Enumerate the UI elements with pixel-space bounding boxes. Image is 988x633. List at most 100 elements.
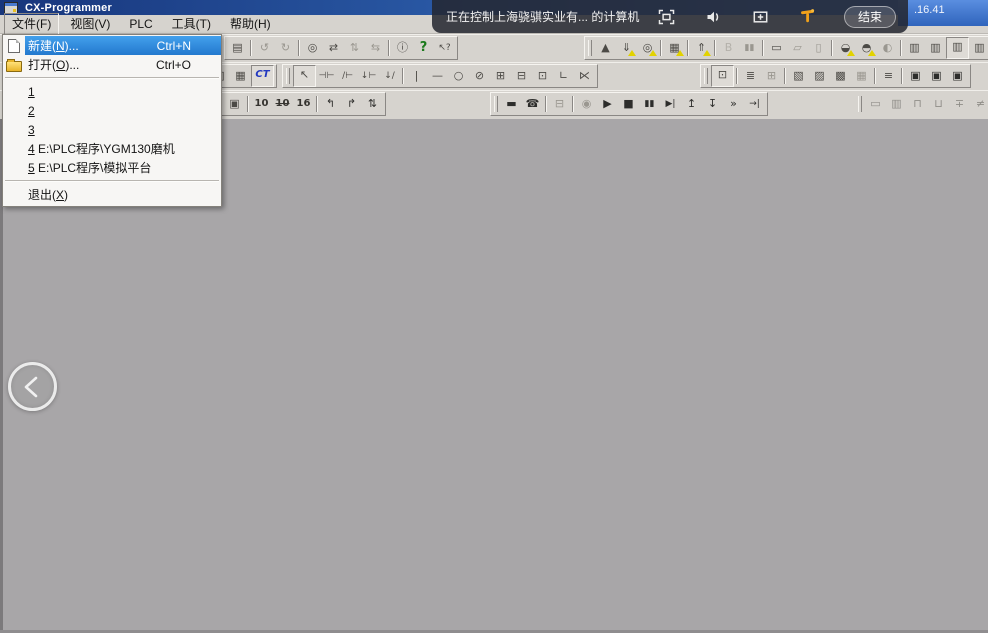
- menubar-item[interactable]: 文件(F): [4, 13, 59, 35]
- page-move-icon[interactable]: ▦: [851, 66, 872, 86]
- select-tool-icon[interactable]: ↖: [293, 65, 316, 87]
- mnemonic-view-icon[interactable]: ▦: [230, 66, 251, 86]
- monitor-window-icon[interactable]: ▣: [905, 66, 926, 86]
- instruction-tool-icon[interactable]: ⊞: [490, 66, 511, 86]
- time-chart-monitor-icon[interactable]: ☎: [522, 94, 543, 114]
- menubar-item[interactable]: PLC: [121, 15, 160, 34]
- program-compile-icon[interactable]: ▱: [787, 38, 808, 58]
- menu-item-recent-3[interactable]: 3: [3, 120, 221, 139]
- coil-tool-icon[interactable]: ○: [448, 66, 469, 86]
- cross-reference-icon[interactable]: ⊞: [761, 66, 782, 86]
- force-cancel-icon[interactable]: ⇅: [362, 94, 383, 114]
- contact-nc-icon[interactable]: ∕⊢: [337, 66, 358, 86]
- online-edit-transfer-icon[interactable]: ⇑: [691, 38, 712, 58]
- paste-icon[interactable]: ▤: [227, 38, 248, 58]
- instruction-detail-icon[interactable]: ⊟: [511, 66, 532, 86]
- contact-or-no-icon[interactable]: ↓⊢: [358, 66, 379, 86]
- coil-closed-tool-icon[interactable]: ⊘: [469, 66, 490, 86]
- network-node-2-icon[interactable]: ⊔: [928, 94, 949, 114]
- menu-item-exit[interactable]: 退出(X): [3, 185, 221, 204]
- find-replace-icon[interactable]: ⇄: [323, 38, 344, 58]
- monitor-mode-icon[interactable]: ◓: [856, 38, 877, 58]
- add-window-icon[interactable]: [750, 7, 770, 27]
- contact-no-icon[interactable]: ⊣⊢: [316, 66, 337, 86]
- back-button[interactable]: [8, 362, 57, 411]
- menu-item-recent-1[interactable]: 1: [3, 82, 221, 101]
- online-edit-icon[interactable]: ▯: [808, 38, 829, 58]
- ct-view-icon[interactable]: CT: [251, 65, 274, 87]
- page-delete-icon[interactable]: ▨: [809, 66, 830, 86]
- line-delete-icon[interactable]: ⋉: [574, 66, 595, 86]
- contact-or-nc-icon[interactable]: ↓∕: [379, 66, 400, 86]
- menu-separator: [5, 77, 219, 79]
- plc-settings-icon[interactable]: ▥: [946, 37, 969, 59]
- end-session-button[interactable]: 结束: [844, 6, 896, 28]
- menu-item-new[interactable]: 新建(N)...Ctrl+N: [3, 36, 221, 55]
- undo-icon[interactable]: ↺: [254, 38, 275, 58]
- page-check-icon[interactable]: ▩: [830, 66, 851, 86]
- plc-memory-icon[interactable]: ▥: [925, 38, 946, 58]
- stop-simulation-icon[interactable]: ■: [618, 94, 639, 114]
- monitor-signed-decimal-icon[interactable]: 10: [272, 94, 293, 114]
- work-online-icon[interactable]: ◒: [835, 38, 856, 58]
- fullscreen-icon[interactable]: [656, 7, 676, 27]
- transfer-from-plc-icon[interactable]: ▦: [664, 38, 685, 58]
- program-check-icon[interactable]: ▭: [766, 38, 787, 58]
- context-help-icon[interactable]: ↖?: [434, 38, 455, 58]
- data-trace-icon[interactable]: ▬: [501, 94, 522, 114]
- simulator-online-icon[interactable]: ◉: [576, 94, 597, 114]
- menu-item-recent-2[interactable]: 2: [3, 101, 221, 120]
- memory-card-icon[interactable]: ▥: [969, 38, 988, 58]
- menubar-item[interactable]: 工具(T): [164, 13, 219, 35]
- horizontal-line-icon[interactable]: —: [427, 66, 448, 86]
- symbol-list-icon[interactable]: ≡: [878, 66, 899, 86]
- menubar-item[interactable]: 视图(V): [62, 13, 118, 35]
- debug-mode-icon[interactable]: B: [718, 38, 739, 58]
- io-table-icon[interactable]: ▥: [904, 38, 925, 58]
- menubar-item[interactable]: 帮助(H): [222, 13, 279, 35]
- page-insert-icon[interactable]: ▧: [788, 66, 809, 86]
- line-connect-icon[interactable]: ∟: [553, 66, 574, 86]
- sunflower-remote-icon[interactable]: [797, 7, 817, 27]
- run-to-break-point-icon[interactable]: →|: [744, 94, 765, 114]
- network-view-1-icon[interactable]: ▭: [865, 94, 886, 114]
- monitor-decimal-icon[interactable]: 10: [251, 94, 272, 114]
- pause-simulation-icon[interactable]: ▮▮: [639, 94, 660, 114]
- transfer-program-icon[interactable]: ⊡: [711, 65, 734, 87]
- step-in-icon[interactable]: ↥: [681, 94, 702, 114]
- pause-icon[interactable]: ▮▮: [739, 38, 760, 58]
- window-tile-icon[interactable]: ▣: [224, 94, 245, 114]
- compare-with-plc-icon[interactable]: ◎: [637, 38, 658, 58]
- step-run-icon[interactable]: ▶|: [660, 94, 681, 114]
- find-icon[interactable]: ◎: [302, 38, 323, 58]
- output-window-icon[interactable]: ▣: [947, 66, 968, 86]
- run-simulation-icon[interactable]: ▶: [597, 94, 618, 114]
- menu-item-recent-4[interactable]: 4 E:\PLC程序\YGM130磨机: [3, 139, 221, 158]
- monitor-hex-icon[interactable]: 16: [293, 94, 314, 114]
- network-node-1-icon[interactable]: ⊓: [907, 94, 928, 114]
- properties-icon[interactable]: ⓘ: [392, 38, 413, 58]
- cycle-time-icon[interactable]: ⊟: [549, 94, 570, 114]
- menu-item-recent-5[interactable]: 5 E:\PLC程序\模拟平台: [3, 158, 221, 177]
- network-link-1-icon[interactable]: ∓: [949, 94, 970, 114]
- network-link-2-icon[interactable]: ≠: [970, 94, 988, 114]
- continuous-step-run-icon[interactable]: »: [723, 94, 744, 114]
- step-out-icon[interactable]: ↧: [702, 94, 723, 114]
- speaker-icon[interactable]: [703, 7, 723, 27]
- menu-item-open[interactable]: 打开(O)...Ctrl+O: [3, 55, 221, 74]
- network-view-2-icon[interactable]: ▥: [886, 94, 907, 114]
- vertical-line-icon[interactable]: |: [406, 66, 427, 86]
- redo-icon[interactable]: ↻: [275, 38, 296, 58]
- inverted-instruction-icon[interactable]: ⊡: [532, 66, 553, 86]
- find-replace-all-icon[interactable]: ⇅: [344, 38, 365, 58]
- layers-icon[interactable]: ≣: [740, 66, 761, 86]
- transfer-to-plc-icon[interactable]: ⇓: [616, 38, 637, 58]
- program-mode-icon[interactable]: ◐: [877, 38, 898, 58]
- force-off-icon[interactable]: ↱: [341, 94, 362, 114]
- watch-window-icon[interactable]: ▣: [926, 66, 947, 86]
- force-on-icon[interactable]: ↰: [320, 94, 341, 114]
- remote-control-banner: 正在控制上海骁骐实业有... 的计算机: [432, 0, 908, 33]
- address-find-icon[interactable]: ⇆: [365, 38, 386, 58]
- help-icon[interactable]: ?: [413, 38, 434, 58]
- grey-triangle-icon[interactable]: ▲: [595, 38, 616, 58]
